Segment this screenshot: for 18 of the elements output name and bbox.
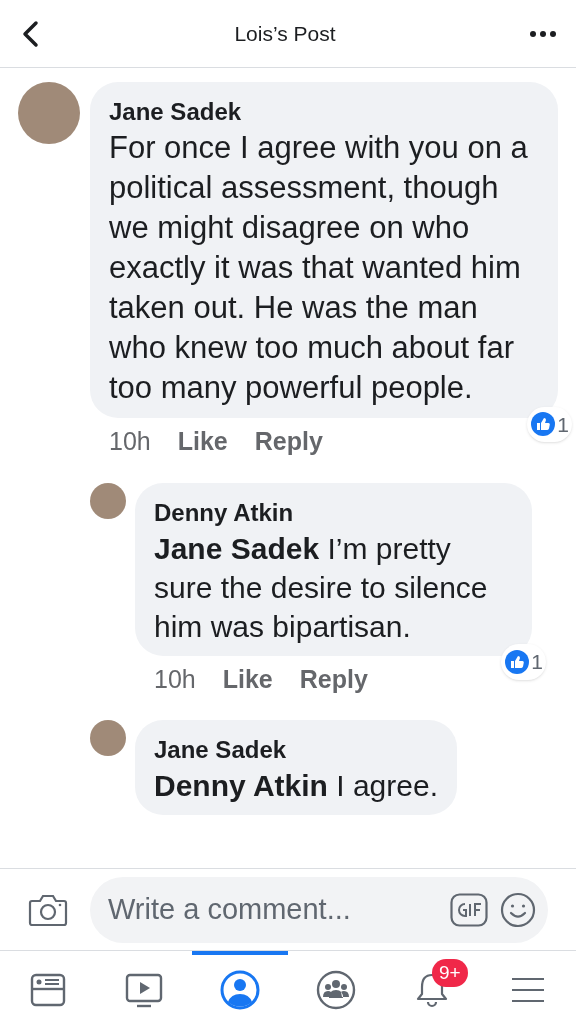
action-link[interactable]: Like	[177, 423, 228, 461]
nav-tab[interactable]: 9+	[384, 951, 480, 1024]
action-link[interactable]: Like	[222, 660, 273, 698]
comment-text: Denny Atkin I agree.	[154, 768, 438, 804]
author-name[interactable]: Jane Sadek	[154, 734, 438, 766]
notification-badge: 9+	[432, 958, 468, 987]
reaction-count[interactable]: 1	[501, 644, 546, 680]
author-name[interactable]: Denny Atkin	[154, 496, 513, 529]
post-title: Lois’s Post	[234, 20, 336, 47]
comment-text: Jane Sadek I’m pretty sure the desire to silence him was bipartisan.	[154, 530, 489, 645]
action-link[interactable]: Reply	[299, 660, 368, 698]
author-name[interactable]: Jane Sadek	[109, 96, 539, 128]
comment-field[interactable]: Write a comment...	[90, 876, 548, 943]
action-link[interactable]: Reply	[254, 423, 323, 461]
reaction-count[interactable]: 1	[527, 406, 572, 442]
comment-text: For once I agree with you on a political assessment, though we might disagree on who exactly it was that wanted him taken out. He was the man who knew too much about far too many powerful people.	[109, 129, 529, 407]
comment-time: 10h	[154, 663, 196, 695]
comment-time: 10h	[109, 426, 151, 457]
